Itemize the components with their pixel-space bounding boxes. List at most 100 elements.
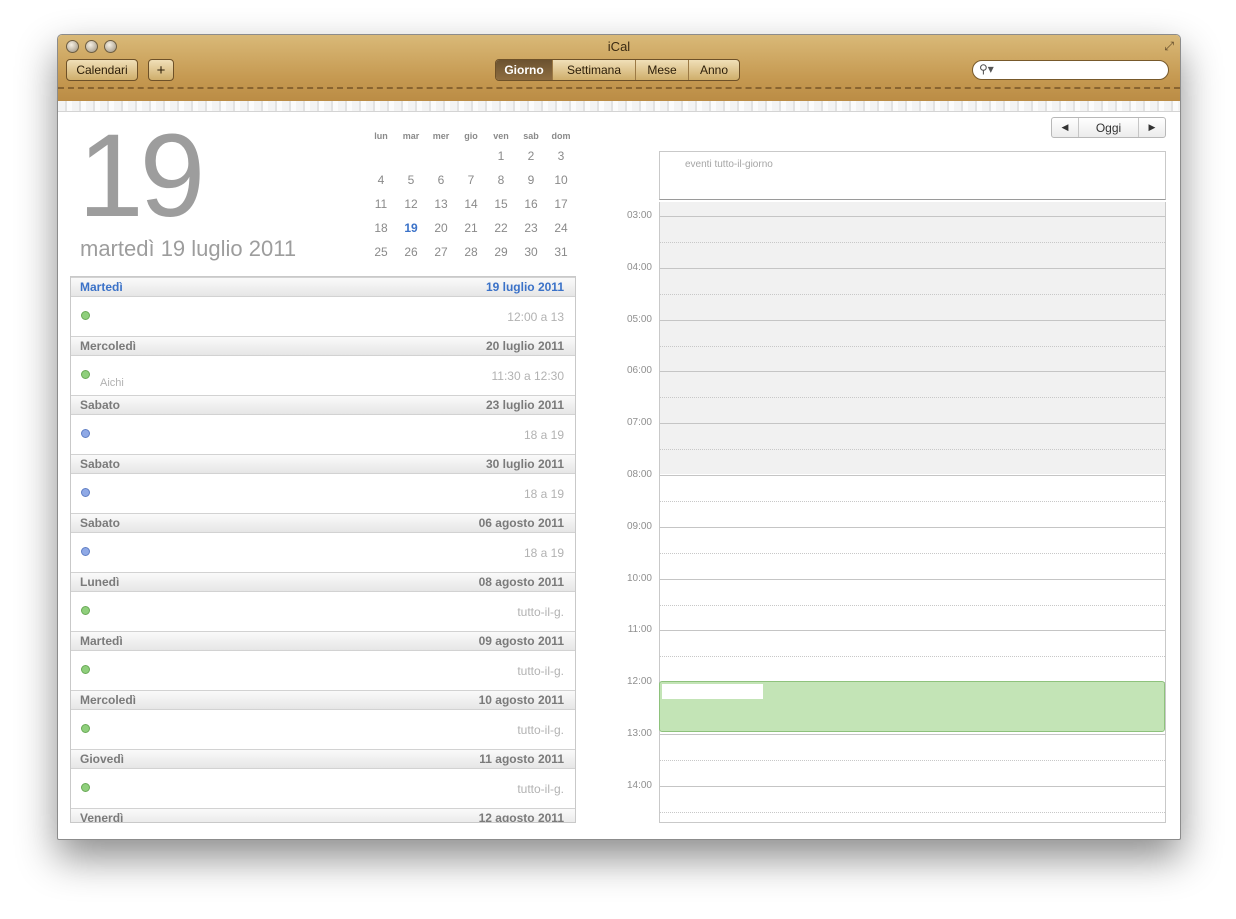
mini-calendar-day[interactable]: 29 — [486, 240, 516, 264]
event-time: tutto-il-g. — [517, 723, 564, 737]
list-item[interactable]: tutto-il-g. — [71, 710, 575, 749]
mini-calendar-day[interactable]: 12 — [396, 192, 426, 216]
mini-calendar-day[interactable]: 8 — [486, 168, 516, 192]
calendars-button[interactable]: Calendari — [66, 59, 138, 81]
mini-calendar-day[interactable]: 10 — [546, 168, 576, 192]
half-hour-line — [660, 397, 1165, 399]
hour-label: 03:00 — [626, 210, 652, 221]
weekday-header: ven — [493, 131, 509, 141]
mini-calendar-empty — [426, 144, 456, 168]
mini-calendar-day[interactable]: 6 — [426, 168, 456, 192]
mini-calendar-day[interactable]: 14 — [456, 192, 486, 216]
today-button[interactable]: Oggi — [1078, 118, 1139, 137]
mini-calendar-empty — [456, 144, 486, 168]
mini-calendar-day[interactable]: 16 — [516, 192, 546, 216]
mini-calendar-day[interactable]: 20 — [426, 216, 456, 240]
previous-day-button[interactable]: ◀ — [1052, 118, 1078, 137]
mini-calendar-day[interactable]: 30 — [516, 240, 546, 264]
mini-calendar-day[interactable]: 17 — [546, 192, 576, 216]
mini-calendar-day[interactable]: 23 — [516, 216, 546, 240]
list-day-date: 06 agosto 2011 — [478, 516, 564, 530]
event-time: 12:00 a 13 — [507, 310, 564, 324]
tab-day[interactable]: Giorno — [496, 60, 552, 80]
hour-label: 12:00 — [626, 676, 652, 688]
mini-calendar-day[interactable]: 9 — [516, 168, 546, 192]
search-field[interactable]: ⚲▾ — [972, 60, 1169, 80]
event-time: 18 a 19 — [523, 487, 564, 501]
fullscreen-icon[interactable]: ⤢ — [1164, 39, 1174, 54]
list-day-date: 08 agosto 2011 — [478, 575, 564, 589]
mini-calendar-day[interactable]: 1 — [486, 144, 516, 168]
calendar-color-dot-icon — [81, 488, 90, 497]
list-item[interactable]: tutto-il-g. — [71, 592, 575, 631]
list-day-name: Mercoledì — [80, 693, 137, 707]
hour-label: 10:00 — [626, 572, 652, 584]
hour-label: 04:00 — [626, 261, 652, 273]
calendar-color-dot-icon — [81, 606, 90, 615]
torn-paper-edge — [58, 101, 1180, 112]
event-location: Aichi — [100, 377, 124, 389]
hour-label: 09:00 — [626, 520, 652, 532]
all-day-events-area[interactable]: eventi tutto-il-giorno — [659, 151, 1166, 200]
mini-calendar-day[interactable]: 26 — [396, 240, 426, 264]
mini-calendar-day[interactable]: 2 — [516, 144, 546, 168]
mini-calendar-day[interactable]: 4 — [366, 168, 396, 192]
list-item[interactable]: 18 a 19 — [71, 533, 575, 572]
list-item[interactable]: 11:30 a 12:30 Aichi — [71, 356, 575, 395]
add-event-button[interactable]: + — [148, 59, 174, 81]
mini-calendar-empty — [396, 144, 426, 168]
list-day-name: Martedì — [80, 634, 123, 648]
list-day-name: Sabato — [80, 516, 121, 530]
hour-line — [660, 630, 1165, 632]
list-day-name: Sabato — [80, 457, 121, 471]
list-day-header: Mercoledì 20 luglio 2011 — [71, 336, 575, 356]
list-item[interactable]: 18 a 19 — [71, 474, 575, 513]
mini-calendar-day[interactable]: 15 — [486, 192, 516, 216]
hour-label: 11:00 — [627, 624, 652, 636]
hour-label: 07:00 — [626, 417, 652, 429]
upcoming-events-list[interactable]: Martedì 19 luglio 2011 12:00 a 13 Mercoledì… — [70, 276, 576, 823]
mini-calendar-day[interactable]: 13 — [426, 192, 456, 216]
event-time: tutto-il-g. — [517, 782, 564, 796]
mini-calendar-day[interactable]: 5 — [396, 168, 426, 192]
hour-line — [660, 371, 1165, 373]
list-day-name: Giovedì — [80, 752, 125, 766]
mini-calendar-day[interactable]: 7 — [456, 168, 486, 192]
next-day-button[interactable]: ▶ — [1139, 118, 1165, 137]
list-day-date: 10 agosto 2011 — [478, 693, 564, 707]
list-item[interactable]: tutto-il-g. — [71, 651, 575, 690]
list-item[interactable]: 18 a 19 — [71, 415, 575, 454]
list-day-date: 23 luglio 2011 — [485, 398, 564, 412]
window-title: iCal — [607, 39, 631, 54]
mini-calendar-day[interactable]: 22 — [486, 216, 516, 240]
all-day-label: eventi tutto-il-giorno — [685, 159, 773, 170]
half-hour-line — [660, 656, 1165, 658]
list-item[interactable]: tutto-il-g. — [71, 769, 575, 808]
calendar-color-dot-icon — [81, 547, 90, 556]
mini-calendar-day[interactable]: 28 — [456, 240, 486, 264]
tab-month[interactable]: Mese — [635, 60, 688, 80]
mini-calendar-day[interactable]: 25 — [366, 240, 396, 264]
list-day-header: Martedì 19 luglio 2011 — [71, 277, 575, 297]
mini-calendar-day[interactable]: 18 — [366, 216, 396, 240]
mini-calendar-day[interactable]: 3 — [546, 144, 576, 168]
event-time: tutto-il-g. — [517, 605, 564, 619]
mini-calendar-day[interactable]: 31 — [546, 240, 576, 264]
tab-week[interactable]: Settimana — [552, 60, 635, 80]
list-item[interactable]: 12:00 a 13 — [71, 297, 575, 336]
mini-calendar-day[interactable]: 24 — [546, 216, 576, 240]
list-day-header: Lunedì 08 agosto 2011 — [71, 572, 575, 592]
calendar-event[interactable] — [659, 681, 1165, 732]
search-input[interactable] — [997, 62, 1166, 80]
mini-calendar-day[interactable]: 19 — [396, 216, 426, 240]
list-day-header: Sabato 06 agosto 2011 — [71, 513, 575, 533]
hour-line — [660, 267, 1165, 269]
leather-toolbar: iCal ⤢ Calendari + Giorno Settimana Mese… — [58, 35, 1180, 106]
mini-calendar-day[interactable]: 27 — [426, 240, 456, 264]
mini-calendar-day[interactable]: 11 — [366, 192, 396, 216]
list-day-header: Venerdì 12 agosto 2011 — [71, 808, 575, 822]
half-hour-line — [660, 552, 1165, 554]
mini-calendar-day[interactable]: 21 — [456, 216, 486, 240]
day-navigation: ◀ Oggi ▶ — [1051, 117, 1166, 138]
tab-year[interactable]: Anno — [688, 60, 739, 80]
